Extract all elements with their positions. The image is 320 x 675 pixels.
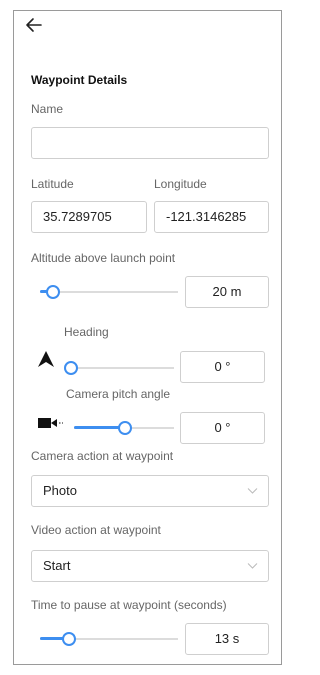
chevron-down-icon: [247, 563, 258, 569]
pause-time-input[interactable]: 13 s: [185, 623, 269, 655]
camera-pitch-label: Camera pitch angle: [66, 387, 171, 401]
name-label: Name: [31, 102, 64, 116]
camera-action-select[interactable]: Photo: [31, 475, 269, 507]
chevron-down-icon: [247, 488, 258, 494]
heading-arrow-icon: [37, 350, 55, 368]
latitude-input[interactable]: 35.7289705: [31, 201, 147, 233]
pause-time-label: Time to pause at waypoint (seconds): [31, 598, 227, 612]
longitude-label: Longitude: [154, 177, 207, 191]
page-title: Waypoint Details: [31, 73, 128, 87]
heading-label: Heading: [64, 325, 109, 339]
video-action-select[interactable]: Start: [31, 550, 269, 582]
heading-slider-track[interactable]: [68, 367, 174, 369]
video-action-label: Video action at waypoint: [31, 523, 161, 537]
altitude-input[interactable]: 20 m: [185, 276, 269, 308]
longitude-input[interactable]: -121.3146285: [154, 201, 269, 233]
heading-input[interactable]: 0 °: [180, 351, 265, 383]
waypoint-details-panel: Waypoint Details Name Latitude Longitude…: [13, 10, 282, 665]
latitude-label: Latitude: [31, 177, 74, 191]
camera-pitch-input[interactable]: 0 °: [180, 412, 265, 444]
camera-icon: [38, 416, 66, 430]
camera-action-label: Camera action at waypoint: [31, 449, 174, 463]
camera-pitch-slider-fill: [74, 426, 124, 429]
heading-slider-thumb[interactable]: [64, 361, 78, 375]
camera-action-selected: Photo: [43, 483, 77, 498]
altitude-label: Altitude above launch point: [31, 251, 176, 265]
camera-pitch-slider-thumb[interactable]: [118, 421, 132, 435]
altitude-slider-thumb[interactable]: [46, 285, 60, 299]
video-action-selected: Start: [43, 558, 71, 573]
back-arrow-icon[interactable]: [24, 15, 44, 35]
pause-time-slider-thumb[interactable]: [62, 632, 76, 646]
altitude-slider-track[interactable]: [40, 291, 178, 293]
name-input[interactable]: [31, 127, 269, 159]
